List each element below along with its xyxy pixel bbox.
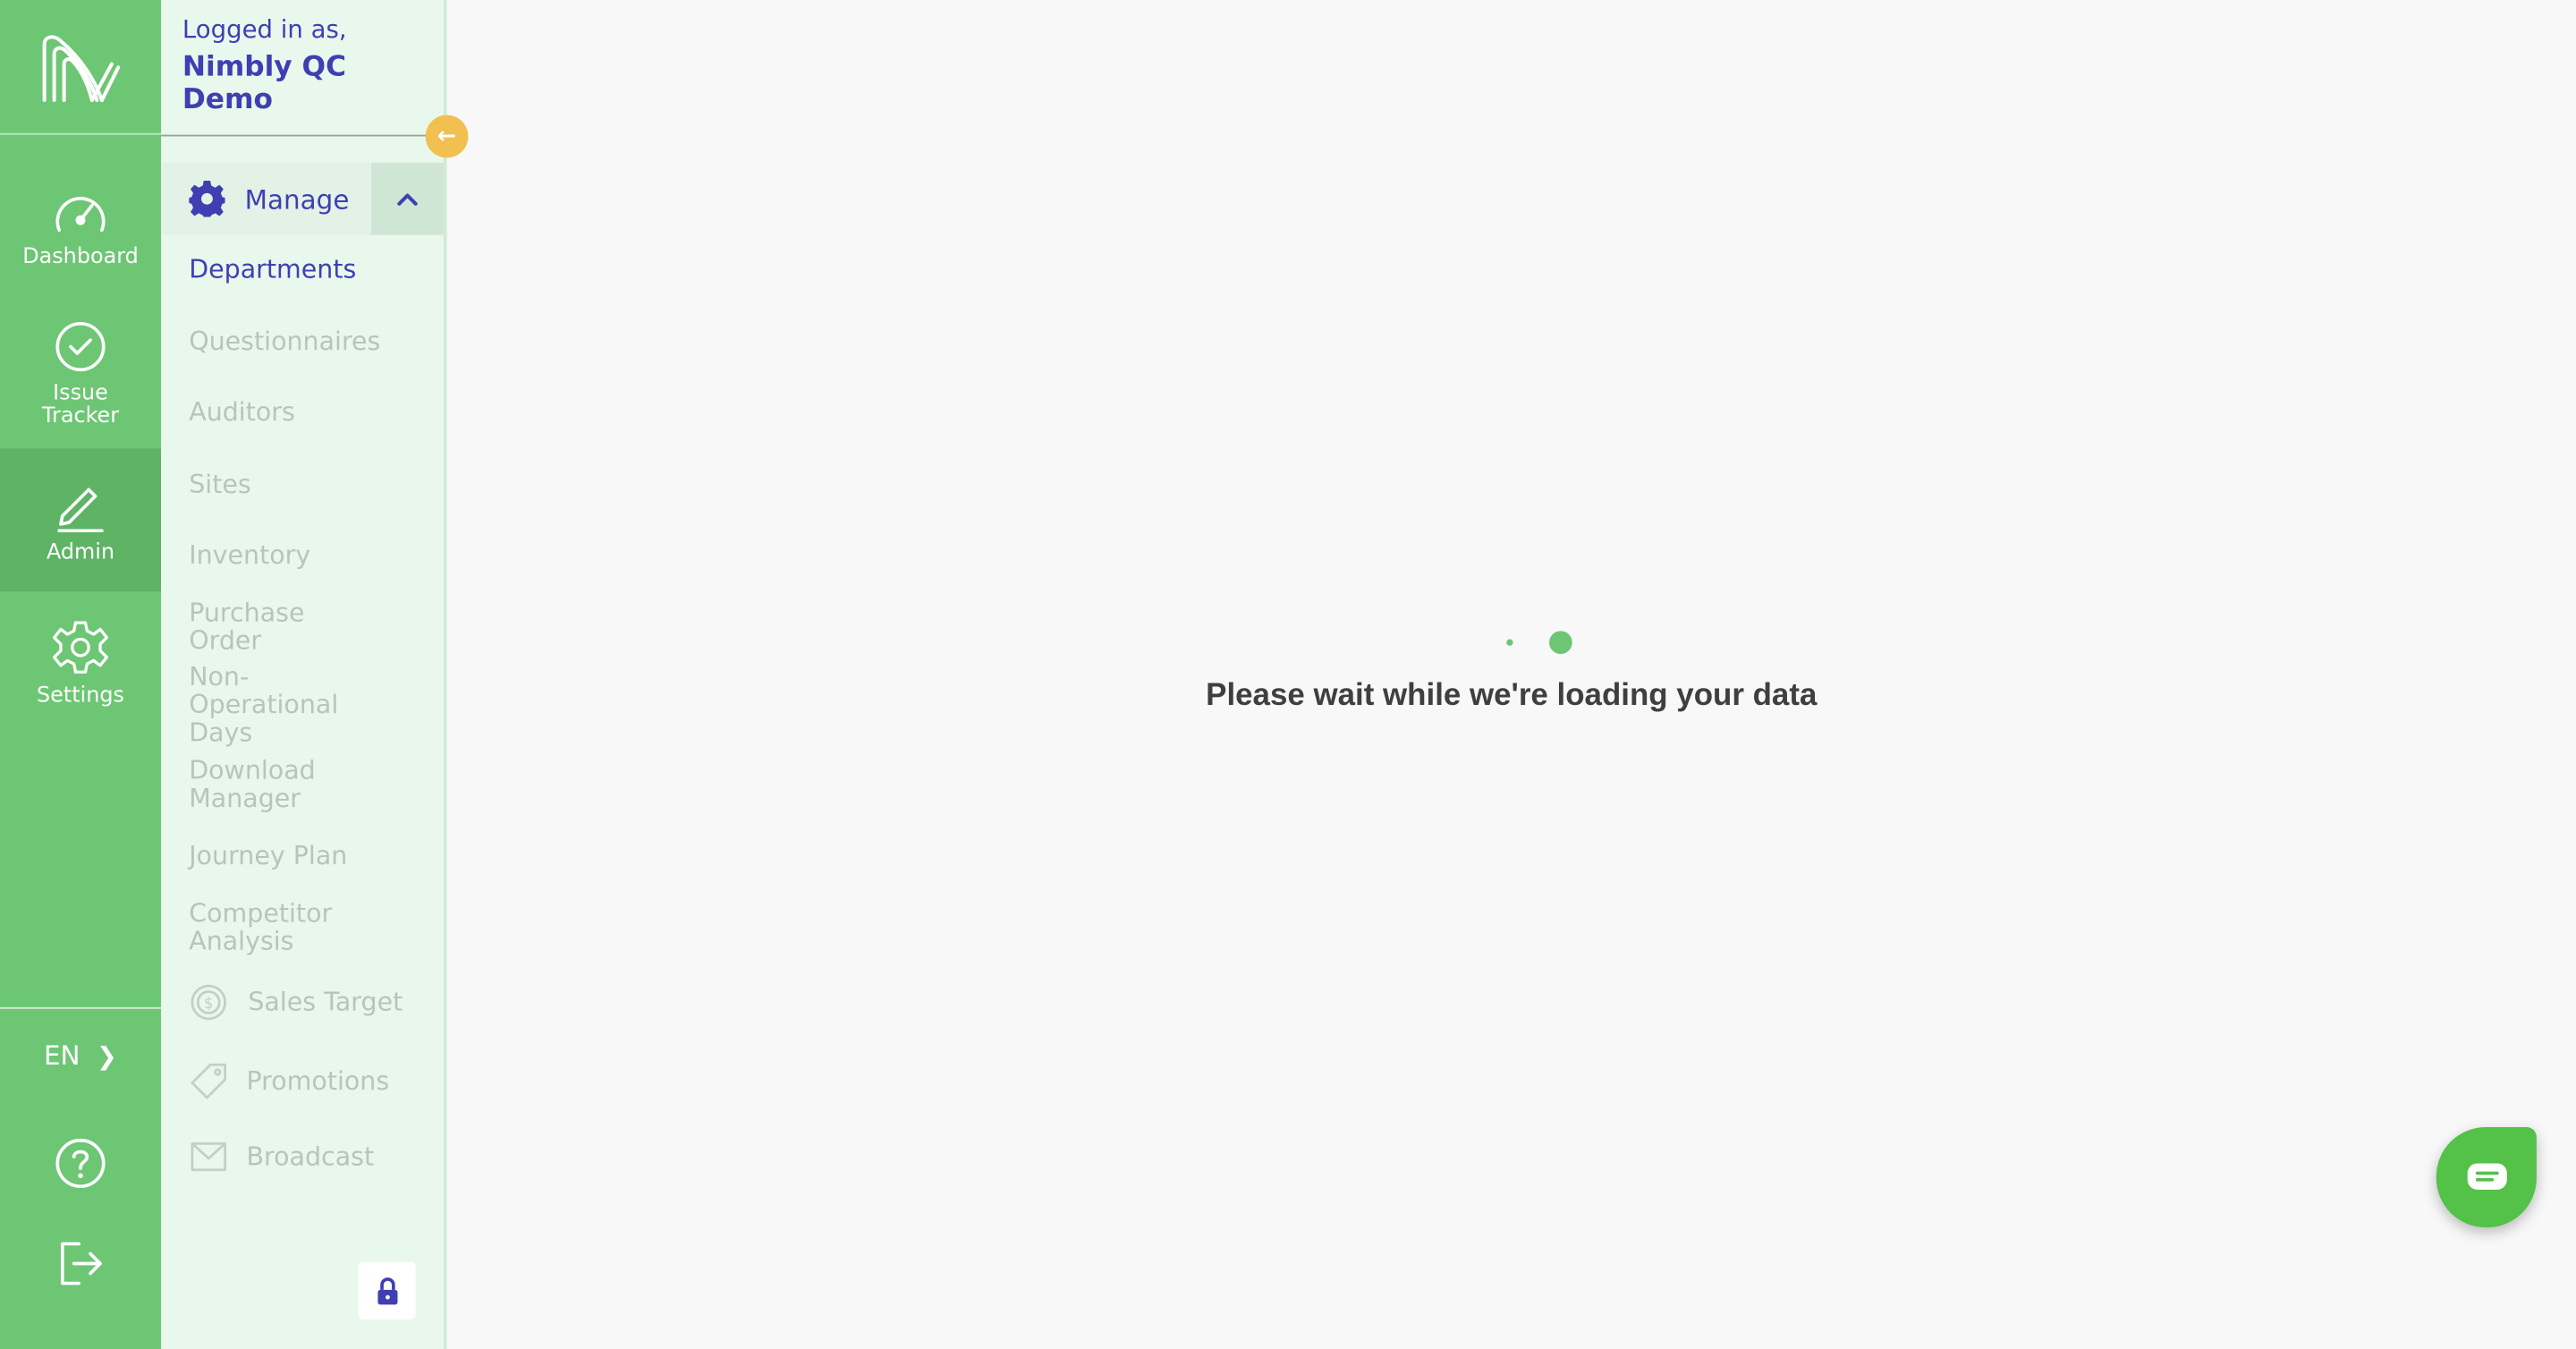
chevron-right-icon: ❯ (96, 1040, 118, 1071)
language-switcher[interactable]: EN ❯ (0, 1040, 161, 1072)
menu-item-inventory[interactable]: Inventory (189, 541, 436, 570)
speedometer-icon (55, 197, 106, 232)
rail-item-issue-tracker[interactable]: Issue Tracker (0, 320, 161, 428)
help-button[interactable] (0, 1137, 161, 1190)
dollar-coin-icon: $ (189, 984, 228, 1021)
manage-label: Manage (244, 182, 350, 215)
check-circle-icon (55, 322, 106, 372)
menu-item-broadcast[interactable]: Broadcast (189, 1142, 374, 1172)
rail-item-label: Admin (46, 539, 115, 564)
menu-item-questionnaires[interactable]: Questionnaires (189, 327, 436, 356)
logo-icon (42, 34, 121, 102)
manage-section-header[interactable]: Manage (160, 162, 444, 235)
lock-icon (377, 1277, 397, 1304)
menu-item-non-operational-days[interactable]: Non-Operational Days (189, 663, 344, 748)
rail-divider (0, 1006, 161, 1009)
menu-item-promotions[interactable]: Promotions (189, 1063, 389, 1099)
menu-item-sites[interactable]: Sites (189, 471, 436, 499)
lock-menu-button[interactable] (358, 1261, 416, 1319)
menu-item-label: Promotions (246, 1066, 390, 1097)
rail-item-label: Settings (37, 683, 124, 708)
envelope-icon (189, 1142, 228, 1172)
menu-item-label: Sales Target (248, 987, 403, 1017)
collapse-sidebar-button[interactable]: ← (425, 115, 469, 158)
language-label: EN (43, 1039, 80, 1072)
menu-item-download-manager[interactable]: Download Manager (189, 757, 344, 813)
admin-submenu-panel: Logged in as, Nimbly QC Demo Manage Depa… (160, 0, 447, 1349)
gear-icon (52, 621, 109, 674)
tag-icon (189, 1063, 228, 1099)
loading-message: Please wait while we're loading your dat… (1206, 678, 1818, 714)
chevron-up-icon (397, 193, 418, 206)
nav-rail: Dashboard Issue Tracker Admin Settings E… (0, 0, 161, 1349)
app-canvas: Dashboard Issue Tracker Admin Settings E… (0, 0, 2576, 1349)
help-icon (55, 1138, 106, 1189)
chat-icon (2466, 1162, 2506, 1189)
svg-text:$: $ (204, 995, 214, 1012)
rail-item-label: Issue Tracker (41, 381, 120, 429)
menu-item-label: Broadcast (246, 1141, 375, 1172)
logout-icon (60, 1242, 102, 1285)
logout-button[interactable] (0, 1239, 161, 1288)
rail-item-settings[interactable]: Settings (0, 619, 161, 708)
gear-icon (189, 181, 225, 217)
rail-item-admin[interactable]: Admin (0, 448, 161, 592)
menu-item-departments[interactable]: Departments (189, 256, 436, 284)
user-name: Nimbly QC Demo (182, 50, 346, 117)
menu-item-auditors[interactable]: Auditors (189, 398, 436, 427)
app-logo[interactable] (0, 0, 161, 135)
logged-in-label: Logged in as, (182, 14, 347, 45)
rail-item-label: Dashboard (22, 244, 139, 270)
arrow-left-icon: ← (436, 123, 457, 150)
menu-item-competitor-analysis[interactable]: Competitor Analysis (189, 900, 361, 956)
menu-item-purchase-order[interactable]: Purchase Order (189, 599, 344, 655)
menu-item-sales-target[interactable]: $ Sales Target (189, 984, 403, 1021)
chat-widget-button[interactable] (2436, 1127, 2537, 1228)
manage-collapse-toggle[interactable] (371, 162, 444, 235)
rail-item-dashboard[interactable]: Dashboard (0, 191, 161, 269)
user-info: Logged in as, Nimbly QC Demo (160, 0, 444, 137)
loading-dot-large (1549, 631, 1572, 655)
loading-dot-small (1506, 639, 1513, 646)
menu-item-journey-plan[interactable]: Journey Plan (189, 842, 436, 870)
pencil-icon (57, 487, 104, 532)
